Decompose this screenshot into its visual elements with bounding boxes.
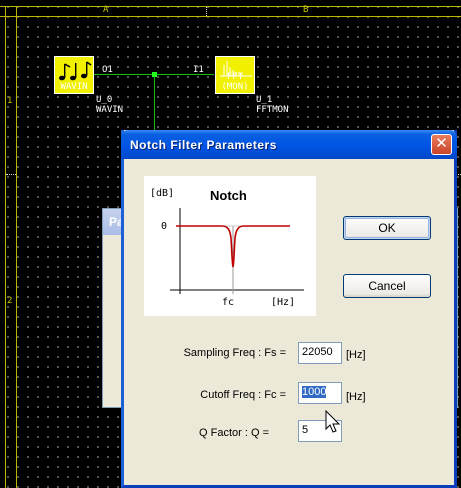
close-icon: ✕ — [435, 135, 448, 152]
fft-caption-line2: (MON) — [221, 82, 249, 92]
dialog-title: Notch Filter Parameters — [130, 138, 277, 152]
cutoff-freq-value: 1000 — [302, 386, 327, 398]
wavin-ref-label: U_0 — [96, 95, 113, 105]
zone-label-b: B — [303, 5, 309, 15]
sampling-freq-label: Sampling Freq : Fs = — [183, 347, 286, 359]
cutoff-freq-input[interactable]: 1000 — [298, 382, 342, 404]
ok-button[interactable]: OK — [343, 216, 431, 240]
notch-filter-dialog: Notch Filter Parameters ✕ Notch [dB] 0 f… — [121, 130, 457, 488]
mouse-cursor-icon — [325, 410, 341, 433]
wavin-caption: WAVIN — [60, 82, 88, 92]
fft-caption-line1: FFT — [226, 72, 244, 82]
wire-branch-down — [154, 74, 155, 130]
close-button[interactable]: ✕ — [431, 134, 452, 155]
sampling-freq-unit: [Hz] — [346, 349, 366, 361]
dialog-titlebar[interactable]: Notch Filter Parameters ✕ — [121, 130, 457, 159]
cutoff-freq-label: Cutoff Freq : Fc = — [200, 389, 286, 401]
cutoff-freq-unit: [Hz] — [346, 391, 366, 403]
fft-ref-label: U_1 — [256, 95, 273, 105]
fft-port-label: I1 — [193, 65, 204, 75]
cancel-button[interactable]: Cancel — [343, 274, 431, 298]
zone-divider-horizontal — [6, 174, 16, 175]
zone-label-2: 2 — [7, 296, 13, 306]
zone-label-1: 1 — [7, 96, 13, 106]
fft-type-label: FFTMON — [256, 105, 289, 115]
frame-left-border — [5, 6, 6, 488]
q-factor-label: Q Factor : Q = — [199, 427, 269, 439]
fftmon-component[interactable]: FFT (MON) — [215, 56, 255, 94]
wavin-type-label: WAVIN — [96, 105, 124, 115]
notch-response-graph: Notch [dB] 0 fc [Hz] — [144, 176, 316, 316]
graph-plot — [170, 208, 304, 294]
frame-top-border — [0, 6, 461, 7]
wire-junction — [152, 72, 157, 77]
wavin-component[interactable]: WAVIN — [54, 56, 94, 94]
zone-label-a: A — [103, 5, 109, 15]
sampling-freq-input[interactable]: 22050 — [298, 342, 342, 364]
sampling-freq-value: 22050 — [302, 346, 333, 358]
q-factor-value: 5 — [302, 424, 309, 436]
zone-divider-vertical — [206, 7, 207, 16]
frame-top-inner-border — [0, 16, 461, 17]
frame-left-inner-border — [16, 6, 17, 488]
